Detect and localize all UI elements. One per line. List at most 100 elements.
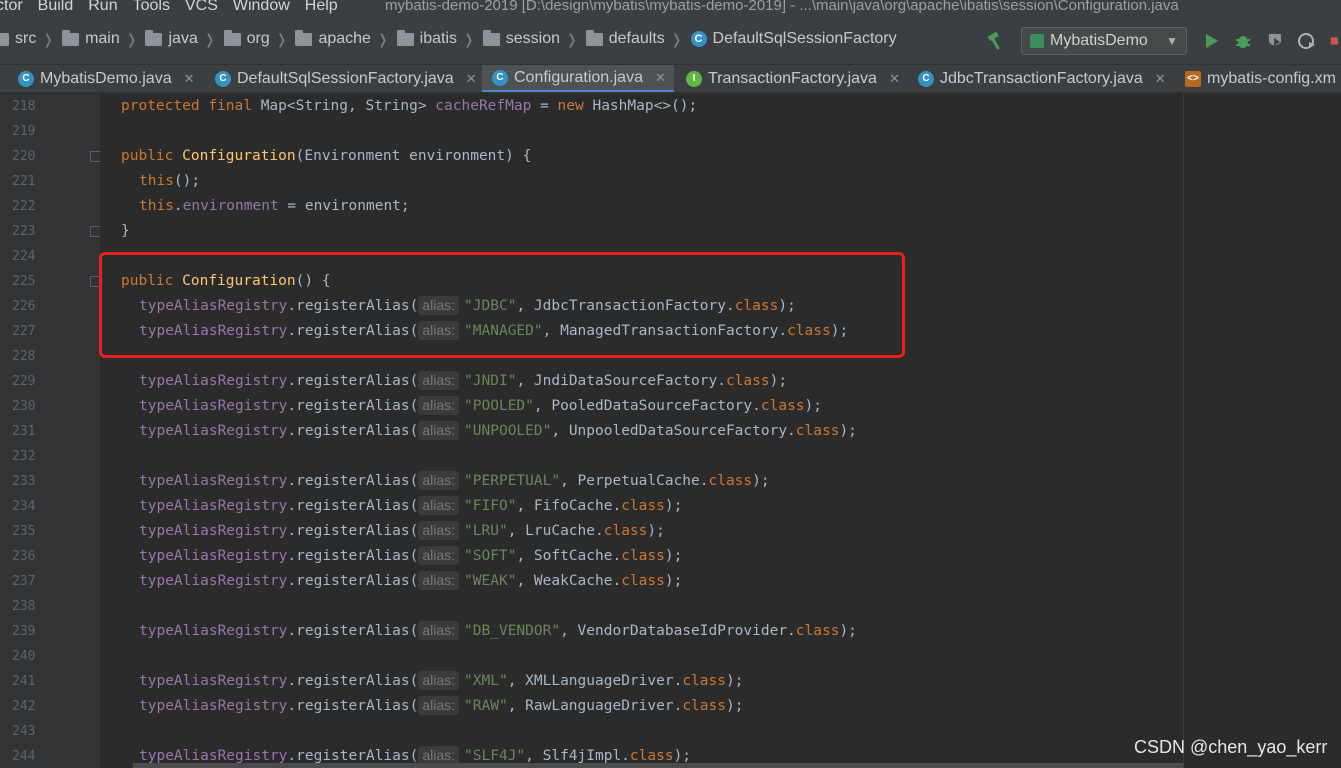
tab-label: Configuration.java [514,68,643,86]
code-line-239: typeAliasRegistry.registerAlias(alias: "D… [139,621,857,640]
line-number: 222 [12,199,36,214]
menu-bar: ctor Build Run Tools VCS Window Help mybatis-d… [0,0,1341,17]
line-number: 227 [12,324,36,339]
run-config-label: MybatisDemo [1050,32,1148,49]
close-icon[interactable]: ✕ [184,71,195,87]
red-highlight-box [99,252,905,358]
breadcrumb-label: defaults [608,30,665,47]
tab-label: MybatisDemo.java [40,70,172,87]
folder-icon [396,29,414,46]
run-config-icon [1030,34,1044,48]
tab-mybatis-config[interactable]: <> mybatis-config.xm [1185,65,1336,92]
code-editor[interactable]: protected final Map<String, String> cach… [100,94,1183,768]
line-number: 231 [12,424,36,439]
parameter-hint: alias: [418,546,460,565]
line-number: 230 [12,399,36,414]
line-number: 218 [12,99,36,114]
line-number: 242 [12,699,36,714]
line-number: 241 [12,674,36,689]
tab-mybatisdemo[interactable]: C MybatisDemo.java ✕ [18,65,195,92]
menu-item-run[interactable]: Run [88,0,117,15]
line-number-gutter[interactable]: 218 219 220 221 222 223 224 225 226 227 228 229 230 2… [0,94,101,768]
run-icon[interactable] [1201,31,1221,51]
line-number: 224 [12,249,36,264]
breadcrumb-item-java[interactable]: java ❭ [145,29,223,48]
code-line-231: typeAliasRegistry.registerAlias(alias: "U… [139,421,857,440]
close-icon[interactable]: ✕ [466,71,477,87]
code-line-223: } [121,223,130,239]
breadcrumb-item-main[interactable]: main ❭ [62,29,145,48]
class-icon: C [492,69,508,86]
close-icon[interactable]: ✕ [655,70,666,86]
tab-jdbctransactionfactory[interactable]: C JdbcTransactionFactory.java ✕ [918,65,1166,92]
line-number: 221 [12,174,36,189]
watermark: CSDN @chen_yao_kerr [1134,737,1328,757]
hammer-icon[interactable] [985,30,1007,52]
breadcrumb-label: java [168,30,198,47]
line-number: 244 [12,749,36,764]
menu-item-help[interactable]: Help [305,0,338,15]
breadcrumb-item-ibatis[interactable]: ibatis ❭ [396,29,483,48]
breadcrumb-item-org[interactable]: org ❭ [223,29,296,48]
breadcrumb-label: org [246,30,270,47]
line-number: 237 [12,574,36,589]
code-line-236: typeAliasRegistry.registerAlias(alias: "S… [139,546,683,565]
code-line-220: public Configuration(Environment environ… [121,148,532,164]
parameter-hint: alias: [418,421,460,440]
chevron-right-icon: ❭ [203,30,216,47]
breadcrumb-label: src [15,30,37,47]
tab-configuration[interactable]: C Configuration.java ✕ [482,65,674,92]
menu-item-vcs[interactable]: VCS [185,0,218,15]
profile-icon[interactable] [1297,31,1317,51]
line-number: 243 [12,724,36,739]
parameter-hint: alias: [418,521,460,540]
parameter-hint: alias: [418,571,460,590]
class-icon: C [215,71,231,87]
code-line-237: typeAliasRegistry.registerAlias(alias: "W… [139,571,683,590]
code-line-235: typeAliasRegistry.registerAlias(alias: "L… [139,521,665,540]
menu-item-tools[interactable]: Tools [133,0,170,15]
chevron-right-icon: ❭ [566,30,578,47]
run-toolbar: MybatisDemo ▼ [985,26,1341,56]
chevron-right-icon: ❭ [125,30,138,47]
parameter-hint: alias: [418,471,460,490]
breadcrumb-item-class[interactable]: C DefaultSqlSessionFactory [690,30,897,48]
menu-item-build[interactable]: Build [38,0,74,15]
line-number: 235 [12,524,36,539]
menu-item-window[interactable]: Window [233,0,290,15]
run-configuration-select[interactable]: MybatisDemo ▼ [1021,27,1187,55]
class-icon: C [918,71,934,87]
coverage-icon[interactable] [1265,31,1285,51]
tab-label: mybatis-config.xm [1207,70,1336,87]
parameter-hint: alias: [418,696,460,715]
breadcrumb-item-src[interactable]: src ❭ [0,30,62,48]
menu-item-refactor[interactable]: ctor [0,0,23,15]
stop-icon[interactable] [1329,31,1341,51]
line-number: 234 [12,499,36,514]
code-line-230: typeAliasRegistry.registerAlias(alias: "P… [139,396,822,415]
code-line-241: typeAliasRegistry.registerAlias(alias: "X… [139,671,744,690]
tab-transactionfactory[interactable]: I TransactionFactory.java ✕ [686,65,900,92]
line-number: 223 [12,224,36,239]
breadcrumb-label: session [505,30,561,47]
breadcrumb-label: apache [318,30,371,47]
breadcrumb-item-session[interactable]: session ❭ [482,29,586,48]
close-icon[interactable]: ✕ [889,71,900,87]
editor-right-margin [1183,94,1341,768]
line-number: 220 [12,149,36,164]
parameter-hint: alias: [418,371,460,390]
tab-label: TransactionFactory.java [708,70,877,87]
breadcrumb-item-defaults[interactable]: defaults ❭ [585,29,691,48]
horizontal-scrollbar[interactable] [133,763,1183,768]
line-number: 240 [12,649,36,664]
code-line-218: protected final Map<String, String> cach… [121,98,698,114]
interface-icon: I [686,71,702,87]
code-line-221: this(); [139,173,201,189]
folder-icon [145,29,163,46]
breadcrumb-item-apache[interactable]: apache ❭ [295,29,396,48]
menu-items: ctor Build Run Tools VCS Window Help [0,0,353,15]
tab-defaultsqlsessionfactory[interactable]: C DefaultSqlSessionFactory.java ✕ [215,65,477,92]
folder-icon [62,29,80,46]
debug-icon[interactable] [1233,31,1253,51]
close-icon[interactable]: ✕ [1155,71,1166,87]
